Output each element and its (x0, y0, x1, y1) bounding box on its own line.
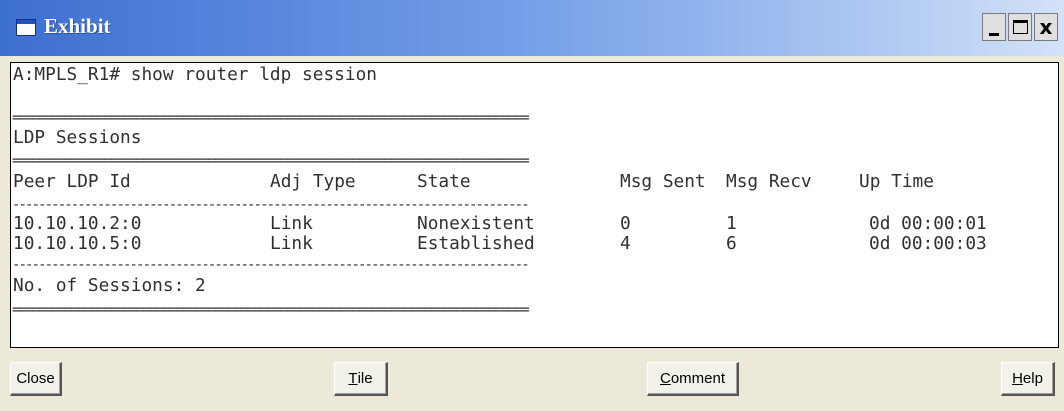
section-title: LDP Sessions (13, 127, 142, 148)
msg-recv: 6 (726, 233, 737, 254)
exhibit-window: Exhibit x A:MPLS_R1# show router ldp ses… (0, 0, 1064, 411)
command-line: A:MPLS_R1# show router ldp session (13, 64, 377, 85)
session-count: No. of Sessions: 2 (13, 275, 206, 296)
maximize-button[interactable] (1008, 13, 1032, 41)
adj-type: Link (270, 233, 313, 254)
maximize-icon (1013, 20, 1028, 34)
column-header: Peer LDP Id (13, 171, 131, 192)
column-header: State (417, 171, 471, 192)
close-window-button[interactable]: x (1034, 13, 1058, 41)
minimize-icon (989, 33, 999, 36)
double-rule: ========================================… (12, 305, 530, 315)
adj-type: Link (270, 213, 313, 234)
single-rule: ----------------------------------------… (12, 200, 530, 210)
column-header: Msg Recv (726, 171, 812, 192)
up-time: 0d 00:00:03 (869, 233, 987, 254)
help-button[interactable]: Help (1001, 362, 1055, 396)
comment-button-label: omment (670, 370, 726, 387)
button-bar: Close Tile Comment Help (0, 362, 1064, 402)
session-state: Nonexistent (417, 213, 535, 234)
window-title: Exhibit (44, 14, 111, 38)
column-header: Adj Type (270, 171, 356, 192)
column-header: Up Time (859, 171, 934, 192)
tile-button[interactable]: Tile (334, 362, 388, 396)
up-time: 0d 00:00:01 (869, 213, 987, 234)
comment-mnemonic: C (659, 370, 671, 387)
msg-recv: 1 (726, 213, 737, 234)
cli-output[interactable]: A:MPLS_R1# show router ldp session =====… (10, 62, 1059, 348)
single-rule: ----------------------------------------… (12, 260, 530, 270)
comment-button[interactable]: Comment (647, 362, 739, 396)
minimize-button[interactable] (982, 13, 1006, 41)
msg-sent: 0 (620, 213, 631, 234)
help-mnemonic: H (1012, 370, 1023, 387)
double-rule: ========================================… (12, 113, 530, 123)
msg-sent: 4 (620, 233, 631, 254)
peer-ldp-id: 10.10.10.2:0 (13, 213, 142, 234)
double-rule: ========================================… (12, 156, 530, 166)
tile-mnemonic: T (348, 370, 358, 387)
session-state: Established (417, 233, 535, 254)
title-bar[interactable]: Exhibit x (0, 0, 1064, 56)
close-button[interactable]: Close (10, 362, 62, 396)
tile-button-label: ile (357, 370, 373, 387)
peer-ldp-id: 10.10.10.5:0 (13, 233, 142, 254)
window-icon (16, 19, 36, 36)
close-icon: x (1039, 15, 1053, 39)
column-header: Msg Sent (620, 171, 706, 192)
help-button-label: elp (1022, 370, 1043, 387)
close-button-label: Close (16, 370, 55, 387)
